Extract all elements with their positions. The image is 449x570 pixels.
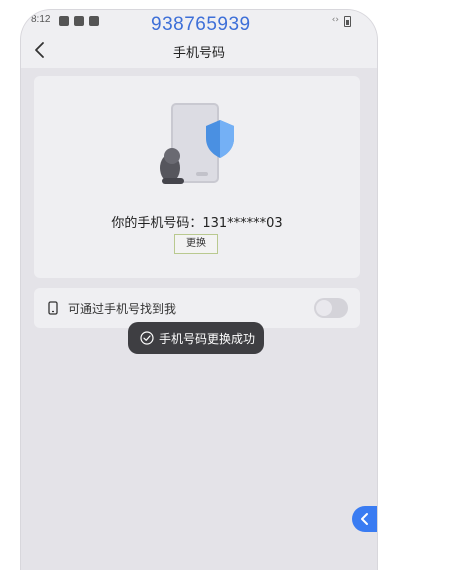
phone-screen: 8:12 ‹› 938765939 手机号码 你的手机号码：131******0… — [21, 10, 377, 570]
status-app-icon — [59, 16, 69, 26]
status-app-icon — [74, 16, 84, 26]
status-time: 8:12 — [31, 14, 51, 25]
phone-number-text: 你的手机号码：131******03 — [111, 216, 283, 231]
change-button[interactable]: 更换 — [174, 234, 218, 254]
find-by-phone-toggle[interactable] — [314, 298, 348, 318]
top-bar: 8:12 ‹› 938765939 手机号码 — [21, 10, 377, 68]
phone-shield-illustration — [160, 103, 234, 184]
check-circle-icon — [140, 331, 154, 345]
success-toast: 手机号码更换成功 — [128, 322, 264, 354]
link-status-icon: ‹› — [331, 15, 339, 25]
phone-number-card: 你的手机号码：131******03 更换 — [34, 76, 360, 278]
battery-icon — [344, 16, 351, 27]
toast-text: 手机号码更换成功 — [159, 332, 256, 346]
setting-label: 可通过手机号找到我 — [68, 302, 177, 316]
chevron-left-icon — [361, 513, 368, 525]
mobile-phone-icon — [48, 301, 58, 315]
floating-collapse-button[interactable] — [352, 506, 377, 532]
toggle-knob — [316, 300, 332, 316]
overlay-number: 938765939 — [151, 14, 251, 35]
status-app-icon — [89, 16, 99, 26]
page-title: 手机号码 — [172, 46, 225, 61]
